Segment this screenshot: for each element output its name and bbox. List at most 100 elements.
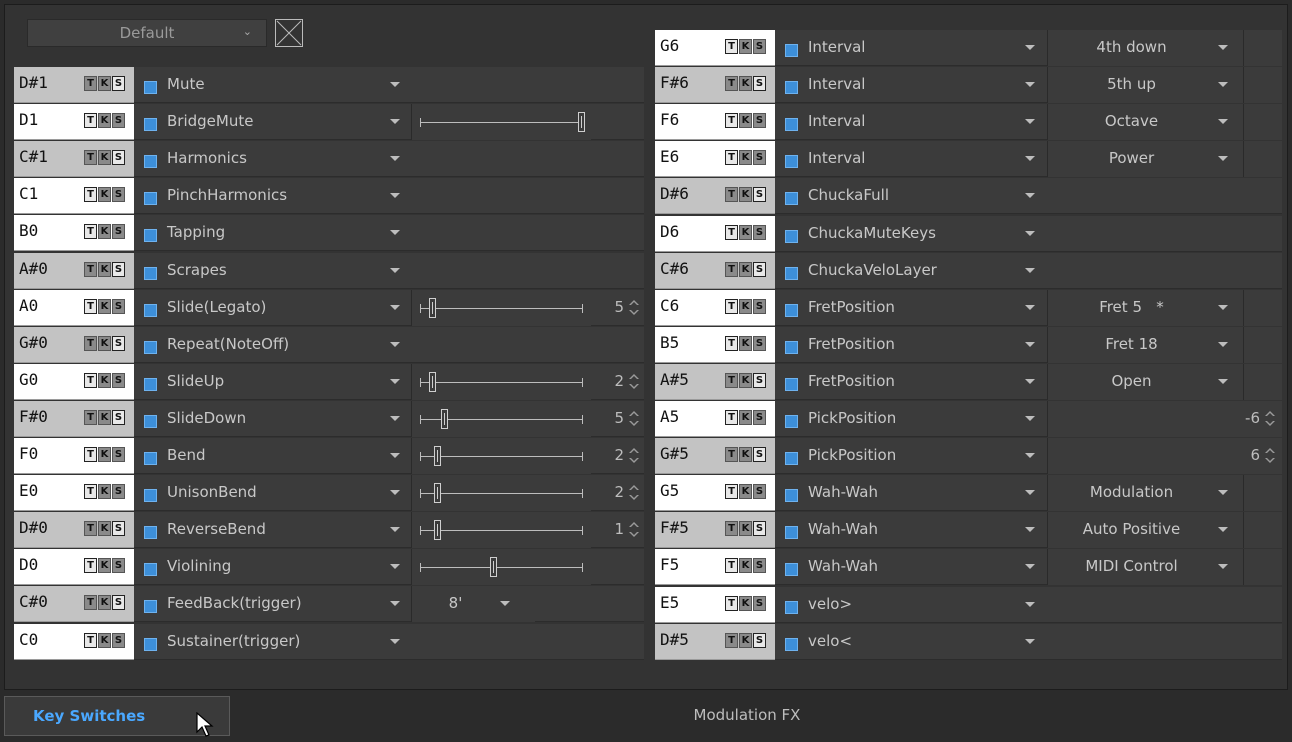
enable-checkbox[interactable]	[144, 600, 157, 614]
spinner-arrows-icon[interactable]	[1264, 444, 1276, 468]
articulation-selector[interactable]: Tapping	[134, 215, 644, 252]
enable-checkbox[interactable]	[785, 489, 798, 503]
k-toggle-button[interactable]: K	[98, 335, 111, 351]
t-toggle-button[interactable]: T	[84, 261, 97, 277]
t-toggle-button[interactable]: T	[84, 298, 97, 314]
t-toggle-button[interactable]: T	[725, 261, 738, 277]
s-toggle-button[interactable]: S	[112, 113, 125, 129]
articulation-selector[interactable]: Harmonics	[134, 141, 644, 178]
k-toggle-button[interactable]: K	[98, 595, 111, 611]
s-toggle-button[interactable]: S	[753, 447, 766, 463]
k-toggle-button[interactable]: K	[739, 447, 752, 463]
t-toggle-button[interactable]: T	[725, 187, 738, 203]
t-toggle-button[interactable]: T	[84, 409, 97, 425]
articulation-selector[interactable]: Repeat(NoteOff)	[134, 326, 644, 363]
value-spinner[interactable]: 2	[591, 475, 644, 511]
value-slider[interactable]	[411, 549, 591, 586]
articulation-selector[interactable]: velo<	[775, 623, 1282, 660]
enable-checkbox[interactable]	[785, 192, 798, 206]
slider-thumb[interactable]	[429, 297, 437, 318]
t-toggle-button[interactable]: T	[84, 224, 97, 240]
articulation-selector[interactable]: FretPosition Open	[775, 363, 1282, 400]
t-toggle-button[interactable]: T	[725, 632, 738, 648]
spinner-arrows-icon[interactable]	[628, 370, 640, 394]
enable-checkbox[interactable]	[144, 526, 157, 540]
dropdown-arrow-icon[interactable]	[390, 341, 400, 347]
value-slider[interactable]	[411, 400, 591, 437]
dropdown-arrow-icon[interactable]	[1218, 341, 1228, 347]
value-spinner[interactable]: 5	[591, 290, 644, 326]
articulation-selector[interactable]: Slide(Legato) 5	[134, 289, 644, 326]
articulation-selector[interactable]: Wah-Wah MIDI Control	[775, 549, 1282, 586]
spinner-up-icon[interactable]	[629, 373, 639, 379]
articulation-selector[interactable]: Interval Octave	[775, 104, 1282, 141]
dropdown-arrow-icon[interactable]	[390, 453, 400, 458]
slider-thumb[interactable]	[440, 408, 448, 429]
k-toggle-button[interactable]: K	[739, 595, 752, 611]
k-toggle-button[interactable]: K	[739, 484, 752, 500]
parameter-dropdown[interactable]: Fret 18	[1047, 326, 1243, 363]
spinner-up-icon[interactable]	[629, 485, 639, 491]
k-toggle-button[interactable]: K	[739, 632, 752, 648]
dropdown-arrow-icon[interactable]	[1025, 638, 1035, 644]
dropdown-arrow-icon[interactable]	[1218, 82, 1228, 88]
k-toggle-button[interactable]: K	[739, 261, 752, 277]
k-toggle-button[interactable]: K	[739, 150, 752, 166]
k-toggle-button[interactable]: K	[739, 521, 752, 537]
t-toggle-button[interactable]: T	[725, 224, 738, 240]
dropdown-arrow-icon[interactable]	[1218, 45, 1228, 50]
enable-checkbox[interactable]	[144, 489, 157, 503]
articulation-selector[interactable]: Bend 2	[134, 438, 644, 474]
s-toggle-button[interactable]: S	[112, 595, 125, 611]
s-toggle-button[interactable]: S	[112, 187, 125, 203]
parameter-dropdown[interactable]: Open	[1047, 363, 1243, 400]
s-toggle-button[interactable]: S	[753, 558, 766, 574]
spinner-up-icon[interactable]	[1265, 448, 1275, 454]
s-toggle-button[interactable]: S	[753, 484, 766, 500]
t-toggle-button[interactable]: T	[84, 595, 97, 611]
slider-thumb[interactable]	[434, 520, 442, 541]
t-toggle-button[interactable]: T	[725, 39, 738, 54]
enable-checkbox[interactable]	[144, 118, 157, 132]
enable-checkbox[interactable]	[144, 452, 157, 465]
t-toggle-button[interactable]: T	[84, 187, 97, 203]
t-toggle-button[interactable]: T	[725, 484, 738, 500]
parameter-dropdown[interactable]: 5th up	[1047, 67, 1243, 104]
t-toggle-button[interactable]: T	[84, 447, 97, 462]
spinner-arrows-icon[interactable]	[628, 444, 640, 468]
articulation-selector[interactable]: Interval 5th up	[775, 67, 1282, 104]
s-toggle-button[interactable]: S	[112, 632, 125, 648]
parameter-dropdown[interactable]: Auto Positive	[1047, 512, 1243, 549]
value-spinner[interactable]: 5	[591, 401, 644, 437]
enable-checkbox[interactable]	[144, 155, 157, 169]
t-toggle-button[interactable]: T	[84, 372, 97, 388]
spinner-down-icon[interactable]	[629, 383, 639, 389]
spinner-arrows-icon[interactable]	[628, 481, 640, 505]
t-toggle-button[interactable]: T	[84, 558, 97, 574]
k-toggle-button[interactable]: K	[98, 187, 111, 203]
value-slider[interactable]	[411, 363, 591, 400]
enable-checkbox[interactable]	[785, 526, 798, 540]
articulation-selector[interactable]: FretPosition Fret 18	[775, 326, 1282, 363]
t-toggle-button[interactable]: T	[84, 150, 97, 166]
value-spinner[interactable]: 2	[591, 438, 644, 474]
value-slider[interactable]	[411, 438, 591, 474]
enable-checkbox[interactable]	[785, 377, 798, 391]
articulation-selector[interactable]: PickPosition 6	[775, 438, 1282, 475]
k-toggle-button[interactable]: K	[98, 521, 111, 537]
dropdown-arrow-icon[interactable]	[1025, 601, 1035, 607]
enable-checkbox[interactable]	[144, 229, 157, 243]
s-toggle-button[interactable]: S	[753, 39, 766, 54]
articulation-selector[interactable]: Wah-Wah Auto Positive	[775, 512, 1282, 549]
parameter-dropdown[interactable]: Octave	[1047, 104, 1243, 141]
enable-checkbox[interactable]	[785, 229, 798, 243]
spinner-up-icon[interactable]	[629, 299, 639, 305]
t-toggle-button[interactable]: T	[84, 76, 97, 91]
spinner-arrows-icon[interactable]	[628, 407, 640, 431]
t-toggle-button[interactable]: T	[725, 113, 738, 129]
spinner-up-icon[interactable]	[629, 448, 639, 453]
k-toggle-button[interactable]: K	[739, 558, 752, 574]
dropdown-arrow-icon[interactable]	[1218, 156, 1228, 162]
preset-selector[interactable]: Default ⌄	[27, 19, 267, 47]
spinner-down-icon[interactable]	[1265, 458, 1275, 464]
